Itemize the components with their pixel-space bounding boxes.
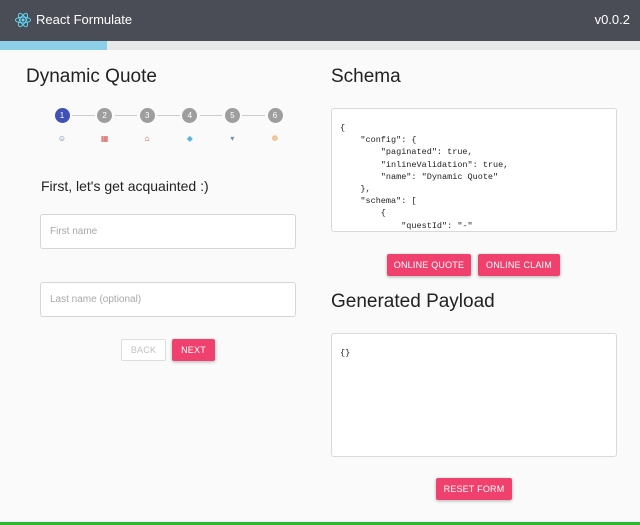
step-1-indicator[interactable]: 1 bbox=[54, 108, 70, 123]
step-3-indicator[interactable]: 3 bbox=[139, 108, 155, 123]
stepper: 1 ☺ 2 ▦ 3 ⌂ 4 ◆ 5 ▾ 6 ❁ bbox=[50, 107, 290, 147]
reset-form-button[interactable]: RESET FORM bbox=[436, 478, 512, 500]
stepper-connector bbox=[157, 115, 180, 116]
last-name-input[interactable] bbox=[40, 282, 296, 317]
stepper-connector bbox=[199, 115, 223, 116]
house-icon: ⌂ bbox=[144, 134, 150, 143]
tray-icon: ▾ bbox=[230, 134, 235, 143]
first-name-input[interactable] bbox=[40, 214, 296, 249]
online-claim-button[interactable]: ONLINE CLAIM bbox=[478, 254, 560, 276]
person-icon: ☺ bbox=[57, 134, 67, 143]
schema-editor[interactable]: { "config": { "paginated": true, "inline… bbox=[331, 108, 617, 232]
react-atom-icon bbox=[15, 12, 31, 28]
payload-code: {} bbox=[340, 348, 351, 358]
app-version: v0.0.2 bbox=[594, 12, 630, 27]
app-title: React Formulate bbox=[36, 12, 133, 27]
schema-title: Schema bbox=[331, 66, 401, 87]
schema-code: { "config": { "paginated": true, "inline… bbox=[340, 123, 509, 231]
bottom-status-strip bbox=[0, 518, 640, 525]
app-bar: React Formulate v0.0.2 bbox=[0, 0, 640, 41]
step-6-indicator[interactable]: 6 bbox=[267, 108, 283, 123]
form-title: Dynamic Quote bbox=[26, 66, 157, 87]
form-progress-bar bbox=[0, 41, 640, 50]
gem-icon: ◆ bbox=[186, 134, 193, 143]
form-progress-fill bbox=[0, 41, 107, 50]
stepper-connector bbox=[72, 115, 95, 116]
step-5-indicator[interactable]: 5 bbox=[224, 108, 240, 123]
back-button[interactable]: BACK bbox=[121, 339, 166, 361]
payload-viewer: {} bbox=[331, 333, 617, 457]
next-button[interactable]: NEXT bbox=[172, 339, 215, 361]
stepper-connector bbox=[242, 115, 265, 116]
step-2-indicator[interactable]: 2 bbox=[97, 108, 113, 123]
step-4-indicator[interactable]: 4 bbox=[182, 108, 198, 123]
step-prompt: First, let's get acquainted :) bbox=[41, 178, 209, 194]
payload-title: Generated Payload bbox=[331, 291, 495, 312]
handshake-icon: ❁ bbox=[271, 134, 279, 143]
online-quote-button[interactable]: ONLINE QUOTE bbox=[387, 254, 471, 276]
calendar-icon: ▦ bbox=[100, 134, 109, 143]
stepper-connector bbox=[114, 115, 138, 116]
